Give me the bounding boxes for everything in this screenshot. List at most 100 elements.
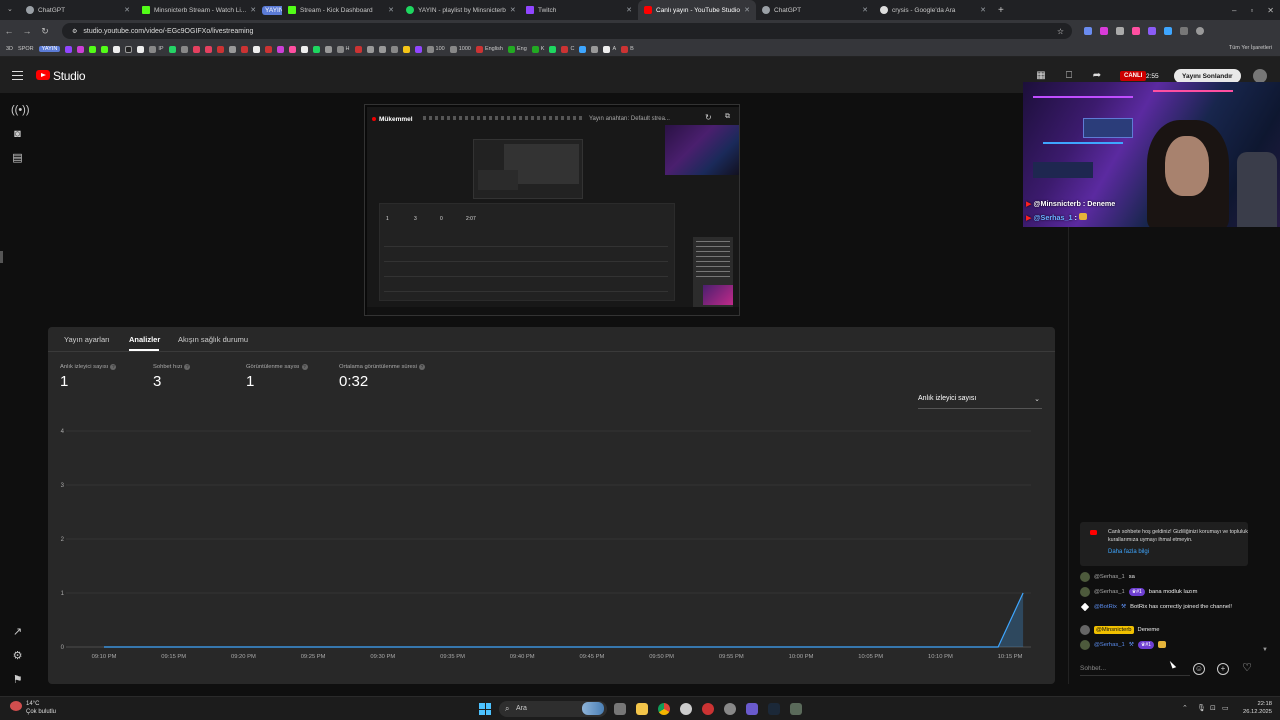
task-view-icon[interactable] [614,703,626,715]
stream-key-select[interactable]: Yayın anahtarı: Default strea... [589,113,689,125]
taskbar-clock[interactable]: 22:18 26.12.2025 [1236,700,1272,716]
bookmark-icon[interactable] [354,45,362,53]
bookmark-icon[interactable] [180,45,188,53]
tab-stream-health[interactable]: Akışın sağlık durumu [178,335,248,344]
bookmark-3d[interactable]: 3D [6,46,13,52]
chat-message[interactable]: @Serhas_1 ⚒ ♛#1 [1080,640,1260,650]
close-icon[interactable]: ✕ [124,6,130,14]
avatar[interactable] [1253,69,1267,83]
bookmark-icon[interactable] [579,45,587,53]
metric-select[interactable]: Anlık izleyici sayısı ⌄ [918,395,1042,409]
file-explorer-icon[interactable] [636,703,648,715]
reload-icon[interactable]: ↻ [36,26,54,37]
share-icon[interactable]: ➦ [1092,71,1102,81]
bookmark-icon[interactable] [204,45,212,53]
avatar[interactable] [1080,625,1090,635]
bookmark-icon[interactable] [390,45,398,53]
app-icon[interactable] [746,703,758,715]
bookmark-icon[interactable] [378,45,386,53]
maximize-icon[interactable]: ▫ [1250,6,1253,15]
tab-kick-watch[interactable]: Minsnicterb Stream - Watch Li... ✕ [136,0,256,20]
close-icon[interactable]: ✕ [862,6,868,14]
bookmark-icon[interactable] [366,45,374,53]
learn-more-link[interactable]: Daha fazla bilgi [1108,549,1149,555]
tab-group-yayin[interactable]: YAYIN [256,0,282,20]
bookmark-spor[interactable]: SPOR [18,46,34,52]
youtube-logo-icon[interactable] [36,70,50,80]
bookmark-icon[interactable] [192,45,200,53]
help-icon[interactable]: ? [184,364,191,370]
bookmark-icon[interactable] [300,45,308,53]
download-icon[interactable] [1180,27,1188,35]
bookmark-icon[interactable] [228,45,236,53]
help-icon[interactable]: ? [418,364,425,370]
microphone-icon[interactable]: 🎙 [1197,704,1206,712]
add-icon[interactable]: + [1217,663,1229,675]
avatar[interactable] [1080,572,1090,582]
tab-spotify[interactable]: YAYIN - playlist by Minsnicterb ✕ [400,0,520,20]
owner-name[interactable]: @Minsnicterb [1094,626,1134,634]
app-icon[interactable] [790,703,802,715]
close-icon[interactable]: ✕ [388,6,394,14]
weather-icon[interactable] [10,701,22,711]
bookmark-icon[interactable] [168,45,176,53]
extension-icon[interactable] [1148,27,1156,35]
app-icon[interactable] [702,703,714,715]
chat-message[interactable]: @Serhas_1 sa [1080,572,1260,582]
close-icon[interactable]: ✕ [744,6,750,14]
extension-icon[interactable] [1116,27,1124,35]
bookmark-icon[interactable] [402,45,410,53]
extension-icon[interactable] [1132,27,1140,35]
bookmark-star-icon[interactable]: ☆ [1057,27,1064,36]
close-icon[interactable]: ✕ [980,6,986,14]
bookmark-icon[interactable] [89,45,97,53]
chrome-icon[interactable] [658,703,670,715]
tab-google[interactable]: crysis - Google'da Ara ✕ [874,0,992,20]
tab-chatgpt-2[interactable]: ChatGPT ✕ [756,0,874,20]
menu-icon[interactable] [12,71,23,80]
tab-kick-dashboard[interactable]: Stream - Kick Dashboard ✕ [282,0,400,20]
bookmark-100[interactable]: 100 [426,45,445,53]
bookmark-icon[interactable] [137,45,145,53]
tab-chatgpt[interactable]: ChatGPT ✕ [0,0,136,20]
bookmark-yayin[interactable]: YAYIN [38,46,61,52]
chat-message[interactable]: @BotRix ⚒ BotRix has correctly joined th… [1080,602,1260,612]
close-icon[interactable]: ✕ [626,6,632,14]
refresh-icon[interactable]: ↻ [705,113,712,122]
stream-preview[interactable]: Mükemmel Yayın anahtarı: Default strea..… [364,104,740,316]
steam-icon[interactable] [768,703,780,715]
bookmark-icon[interactable] [414,45,422,53]
weather-temp[interactable]: 14°C [26,701,39,707]
app-tray-icon[interactable]: ⊡ [1210,704,1216,712]
chevron-up-icon[interactable]: ⌃ [1182,704,1188,712]
tab-stream-settings[interactable]: Yayın ayarları [64,335,110,344]
site-info-icon[interactable]: ⚙ [72,28,77,35]
gear-icon[interactable]: ⚙ [11,650,24,663]
tab-youtube-studio[interactable]: Canlı yayın - YouTube Studio ✕ [638,0,756,20]
broadcast-icon[interactable]: ((•)) [11,104,30,117]
extension-icon[interactable] [1084,27,1092,35]
bookmark-b[interactable]: B [621,45,634,53]
new-tab-button[interactable]: + [992,0,1010,20]
tab-analytics[interactable]: Analizler [129,335,160,344]
bookmark-ip[interactable]: IP [149,45,164,53]
emoji-picker-icon[interactable]: ☺ [1193,663,1205,675]
back-icon[interactable]: ← [0,26,18,36]
bookmark-icon[interactable] [276,45,284,53]
close-icon[interactable]: ✕ [510,6,516,14]
profile-icon[interactable] [1196,27,1204,35]
app-icon[interactable] [680,703,692,715]
end-stream-button[interactable]: Yayını Sonlandır [1174,69,1241,83]
extension-icon[interactable] [1164,27,1172,35]
url-field[interactable]: ⚙ studio.youtube.com/video/-EGc9OGIFXo/l… [62,23,1072,39]
weather-desc[interactable]: Çok bulutlu [26,709,56,715]
chat-message[interactable]: @Serhas_1 ♛#1 bana modluk lazım [1080,587,1260,597]
exit-icon[interactable]: ⧉ [725,113,730,121]
bookmark-icon[interactable] [113,45,121,53]
chat-message[interactable]: @Minsnicterb Deneme [1080,625,1260,635]
gear-icon[interactable] [724,703,736,715]
calendar-icon[interactable]: ▤ [11,152,24,165]
bookmark-icon[interactable] [312,45,320,53]
external-link-icon[interactable]: ↗ [11,626,24,639]
bookmark-icon[interactable] [252,45,260,53]
